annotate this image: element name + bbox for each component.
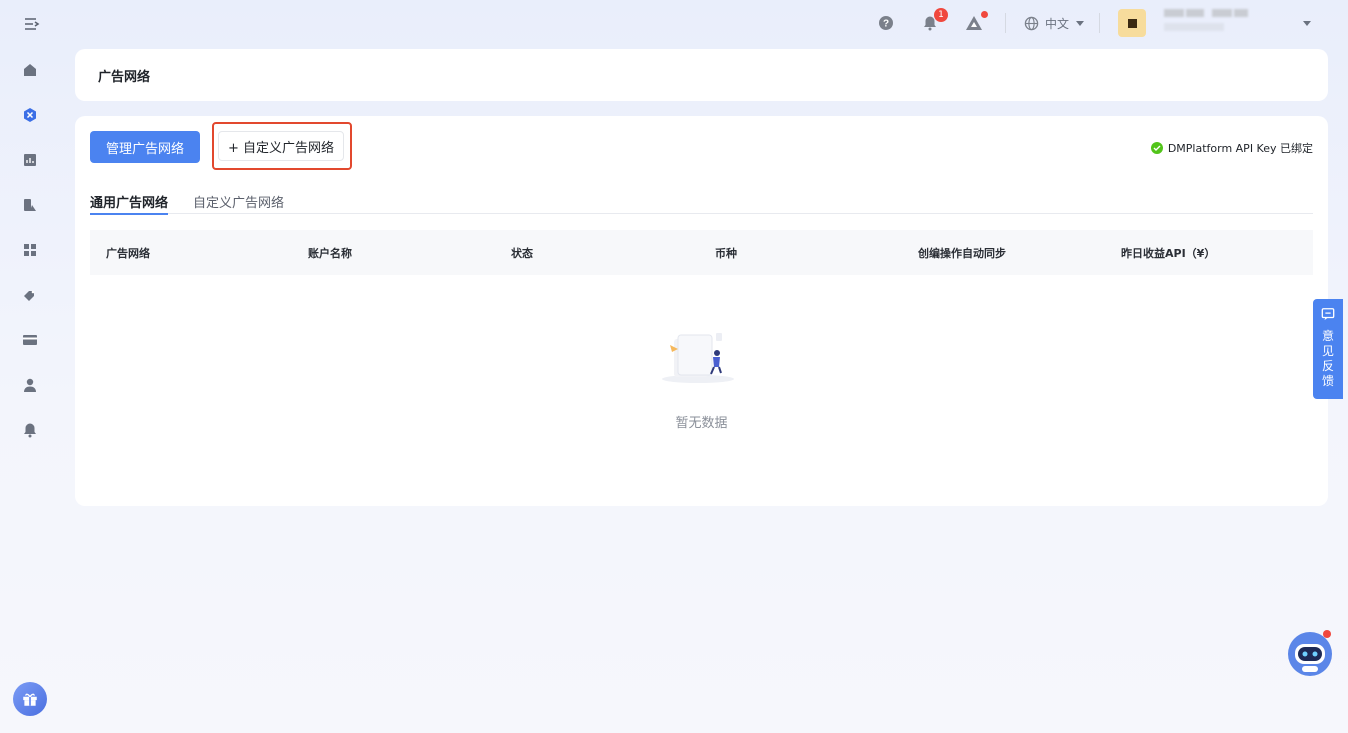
globe-icon <box>1024 16 1039 30</box>
apps-icon[interactable] <box>20 195 40 215</box>
avatar <box>1118 9 1146 37</box>
bell-icon[interactable] <box>20 420 40 440</box>
assistant-robot-icon[interactable] <box>1286 630 1334 678</box>
tab-custom-ad-network[interactable]: 自定义广告网络 <box>193 192 284 211</box>
sidebar <box>0 0 60 733</box>
check-circle-icon <box>1150 142 1163 154</box>
top-header: ? 1 中文 <box>853 8 1312 38</box>
table-header: 广告网络 账户名称 状态 币种 创编操作自动同步 昨日收益API（¥） <box>90 230 1313 275</box>
manage-ad-network-button[interactable]: 管理广告网络 <box>90 131 200 163</box>
home-icon[interactable] <box>20 60 40 80</box>
svg-text:?: ? <box>883 19 889 30</box>
tab-general-ad-network[interactable]: 通用广告网络 <box>90 192 169 215</box>
ad-network-icon[interactable] <box>20 105 40 125</box>
page-header-card: 广告网络 <box>75 49 1328 101</box>
menu-collapse-icon[interactable] <box>22 14 42 34</box>
chevron-down-icon <box>1303 21 1311 26</box>
chevron-down-icon <box>1076 21 1084 26</box>
notification-count-badge: 1 <box>933 8 948 22</box>
language-selector[interactable]: 中文 <box>1024 15 1085 32</box>
add-custom-ad-network-button[interactable]: + 自定义广告网络 <box>218 131 344 161</box>
feedback-label: 意见反馈 <box>1322 329 1335 388</box>
gift-icon[interactable] <box>13 682 47 716</box>
ad-network-panel: 管理广告网络 + 自定义广告网络 DMPlatform API Key 已绑定 … <box>75 116 1328 506</box>
header-divider <box>1004 13 1006 33</box>
message-icon <box>1321 308 1335 321</box>
empty-state-text: 暂无数据 <box>675 416 728 431</box>
user-menu[interactable] <box>1118 9 1312 37</box>
column-header: 状态 <box>511 247 533 260</box>
account-name-redacted <box>1164 9 1294 37</box>
custom-ad-network-highlight[interactable]: + 自定义广告网络 <box>212 122 352 170</box>
column-header: 昨日收益API（¥） <box>1121 247 1216 260</box>
language-label: 中文 <box>1044 16 1069 31</box>
platform-logo-icon[interactable] <box>963 11 988 34</box>
user-icon[interactable] <box>20 375 40 395</box>
api-key-status: DMPlatform API Key 已绑定 <box>1150 140 1313 156</box>
page-title: 广告网络 <box>98 70 151 85</box>
tags-icon[interactable] <box>20 285 40 305</box>
header-divider <box>1099 13 1100 33</box>
feedback-button[interactable]: 意见反馈 <box>1313 299 1343 399</box>
column-header: 广告网络 <box>106 247 150 260</box>
chart-icon[interactable] <box>20 150 40 170</box>
grid-icon[interactable] <box>20 240 40 260</box>
notification-bell-icon[interactable]: 1 <box>919 8 948 34</box>
api-key-status-text: DMPlatform API Key 已绑定 <box>1167 142 1313 155</box>
column-header: 币种 <box>715 247 737 260</box>
card-icon[interactable] <box>20 330 40 350</box>
platform-alert-dot <box>980 11 988 18</box>
assistant-alert-dot <box>1323 630 1331 638</box>
column-header: 账户名称 <box>308 247 352 260</box>
column-header: 创编操作自动同步 <box>918 247 1006 260</box>
help-icon[interactable]: ? <box>875 12 897 34</box>
tab-bar: 通用广告网络 自定义广告网络 <box>90 190 1313 215</box>
empty-state-illustration <box>660 329 736 385</box>
